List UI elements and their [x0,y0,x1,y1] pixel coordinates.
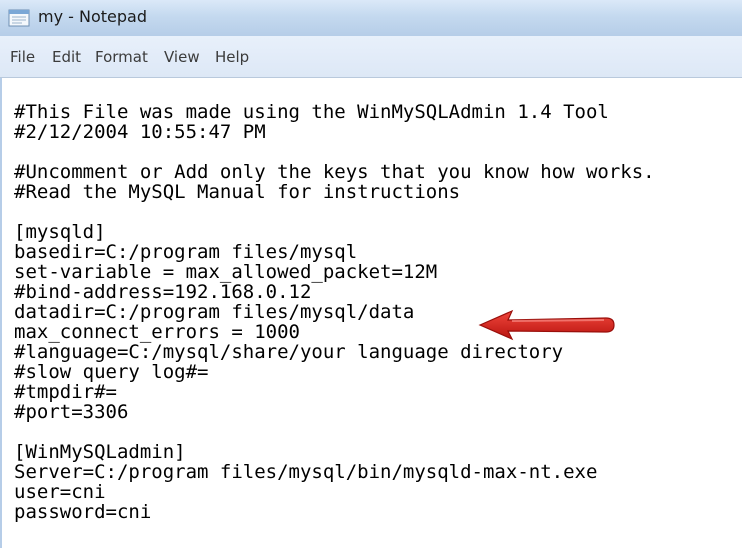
window-title: my - Notepad [38,7,147,26]
text-line: password=cni [14,501,152,523]
text-line: [mysqld] [14,221,106,243]
menu-format[interactable]: Format [95,48,148,66]
title-bar[interactable]: my - Notepad [0,0,742,36]
text-line: #Read the MySQL Manual for instructions [14,181,461,203]
text-editor[interactable]: #This File was made using the WinMySQLAd… [0,78,742,548]
text-line: user=cni [14,481,106,503]
text-line: #tmpdir#= [14,381,117,403]
text-line: #2/12/2004 10:55:47 PM [14,121,266,143]
text-line: max_connect_errors = 1000 [14,321,300,343]
text-line: #bind-address=192.168.0.12 [14,281,312,303]
menu-file[interactable]: File [10,48,35,66]
text-line: basedir=C:/program files/mysql [14,241,358,263]
menu-edit[interactable]: Edit [52,48,81,66]
red-arrow-icon [478,309,615,341]
text-line: set-variable = max_allowed_packet=12M [14,261,438,283]
menu-view[interactable]: View [164,48,200,66]
text-line: #port=3306 [14,401,129,423]
notepad-icon [8,9,30,27]
menu-bar: File Edit Format View Help [0,36,742,78]
text-line: Server=C:/program files/mysql/bin/mysqld… [14,461,598,483]
text-line-datadir: datadir=C:/program files/mysql/data [14,301,415,323]
text-line: [WinMySQLadmin] [14,441,186,463]
text-line: #Uncomment or Add only the keys that you… [14,161,655,183]
text-line: #slow query log#= [14,361,209,383]
text-line: #This File was made using the WinMySQLAd… [14,101,609,123]
text-line: #language=C:/mysql/share/your language d… [14,341,564,363]
menu-help[interactable]: Help [215,48,249,66]
